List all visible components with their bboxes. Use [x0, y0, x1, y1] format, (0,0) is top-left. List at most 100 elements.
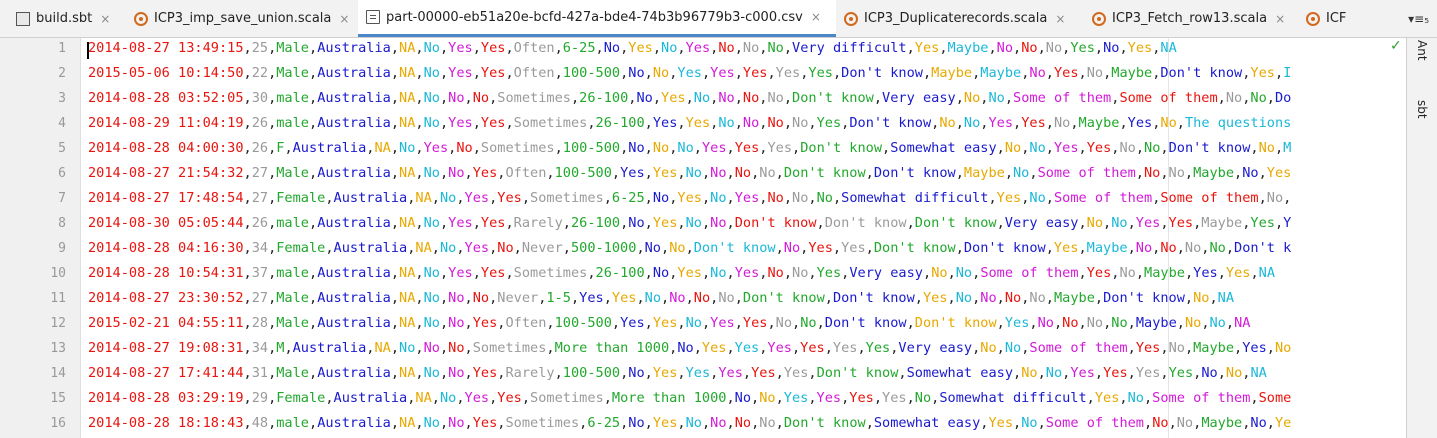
csv-cell: Don't know: [1160, 65, 1243, 81]
csv-cell: 31: [251, 365, 269, 381]
csv-cell: NA: [1258, 265, 1276, 281]
csv-cell: No: [1250, 90, 1267, 106]
csv-cell: No: [448, 365, 465, 381]
close-tab-icon[interactable]: ×: [1275, 12, 1285, 26]
csv-cell: NA: [1250, 365, 1267, 381]
csv-cell: Australia: [292, 140, 367, 156]
csv-cell: No: [1062, 315, 1079, 331]
tab-1[interactable]: ICP3_imp_save_union.scala ×: [126, 0, 358, 37]
csv-cell: Yes: [1086, 140, 1112, 156]
csv-cell: Some: [1258, 390, 1292, 406]
csv-cell: Yes: [1127, 115, 1153, 131]
csv-cell: 28: [251, 315, 269, 331]
csv-cell: No: [1168, 165, 1185, 181]
csv-cell: No: [399, 340, 416, 356]
csv-cell: Rarely: [505, 365, 555, 381]
csv-cell: 22: [251, 65, 269, 81]
csv-cell: No: [1209, 240, 1226, 256]
tab-2[interactable]: part-00000-eb51a20e-bcfd-427a-bde4-74b3b…: [358, 0, 836, 37]
tab-3[interactable]: ICP3_Duplicaterecords.scala ×: [836, 0, 1084, 37]
csv-cell: male: [276, 115, 309, 131]
csv-cell: No: [636, 90, 653, 106]
csv-cell: No: [423, 165, 440, 181]
csv-cell: Very easy: [882, 90, 956, 106]
csv-cell: Yes: [800, 340, 825, 356]
csv-cell: No: [710, 415, 727, 431]
csv-cell: No: [423, 315, 440, 331]
csv-cell: More than 1000: [554, 340, 670, 356]
csv-cell: Rarely: [513, 215, 563, 231]
ant-tool-button[interactable]: Ant: [1415, 40, 1429, 61]
csv-cell: 1-5: [546, 290, 571, 306]
csv-cell: No: [742, 115, 760, 131]
tab-0[interactable]: build.sbt ×: [8, 0, 126, 37]
csv-cell: Maybe: [1111, 65, 1153, 81]
csv-cell: No: [734, 415, 752, 431]
csv-cell: 26: [251, 140, 269, 156]
csv-cell: Don't know: [963, 240, 1046, 256]
csv-cell: 2014-08-28 03:52:05: [88, 90, 244, 106]
csv-cell: No: [448, 315, 465, 331]
csv-cell: Maybe: [1193, 165, 1235, 181]
csv-cell: Yes: [448, 65, 473, 81]
scala-file-icon: [1092, 11, 1106, 26]
tab-label: ICP3_Duplicaterecords.scala: [864, 11, 1048, 26]
csv-cell: No: [1184, 240, 1202, 256]
csv-cell: No: [742, 90, 760, 106]
csv-cell: Yes: [1250, 215, 1275, 231]
csv-line: 2014-08-27 21:54:32,27,Male,Australia,NA…: [88, 165, 1292, 181]
csv-cell: Don't know: [693, 240, 776, 256]
csv-cell: Yes: [1021, 115, 1046, 131]
close-tab-icon[interactable]: ×: [811, 10, 821, 24]
tab-4[interactable]: ICP3_Fetch_row13.scala ×: [1084, 0, 1298, 37]
tab-overflow-menu[interactable]: ▾≡₅: [1408, 0, 1429, 37]
csv-cell: Y: [1283, 215, 1292, 231]
csv-cell: More than 1000: [611, 390, 727, 406]
csv-cell: No: [710, 215, 727, 231]
csv-editor[interactable]: 2014-08-27 13:49:15,25,Male,Australia,NA…: [81, 38, 1406, 438]
csv-cell: No: [439, 190, 457, 206]
csv-cell: Yes: [849, 390, 874, 406]
csv-cell: No: [1004, 290, 1022, 306]
csv-cell: Sometimes: [480, 140, 555, 156]
csv-cell: M: [1283, 140, 1292, 156]
csv-cell: No: [1242, 165, 1259, 181]
csv-cell: Very easy: [849, 265, 923, 281]
csv-cell: No: [423, 265, 440, 281]
close-tab-icon[interactable]: ×: [100, 12, 110, 26]
csv-cell: No: [1004, 340, 1022, 356]
csv-cell: NA: [399, 40, 416, 56]
csv-cell: 2014-08-28 04:00:30: [88, 140, 244, 156]
close-tab-icon[interactable]: ×: [339, 12, 349, 26]
csv-cell: No: [423, 415, 440, 431]
csv-cell: No: [628, 140, 645, 156]
csv-cell: Never: [521, 240, 563, 256]
csv-cell: No: [734, 165, 752, 181]
csv-cell: Female: [276, 190, 326, 206]
csv-cell: Male: [276, 40, 309, 56]
csv-cell: No: [1103, 40, 1120, 56]
csv-cell: No: [718, 90, 735, 106]
csv-cell: No: [423, 90, 440, 106]
line-number: 16: [50, 416, 66, 431]
csv-cell: Male: [276, 315, 309, 331]
csv-cell: The questions: [1184, 115, 1292, 131]
csv-line: 2014-08-28 03:29:19,29,Female,Australia,…: [88, 390, 1292, 406]
tab-5[interactable]: ICF: [1298, 0, 1358, 37]
csv-cell: Yes: [480, 65, 506, 81]
csv-cell: NA: [1217, 290, 1235, 306]
csv-cell: No: [767, 40, 784, 56]
csv-cell: Very difficult: [792, 40, 907, 56]
csv-cell: Yes: [808, 65, 833, 81]
csv-cell: NA: [399, 165, 416, 181]
csv-cell: No: [767, 90, 784, 106]
csv-cell: 2014-08-30 05:05:44: [88, 215, 244, 231]
text-caret: [87, 42, 89, 59]
csv-cell: Yes: [742, 315, 768, 331]
close-tab-icon[interactable]: ×: [1055, 12, 1065, 26]
csv-cell: No: [767, 265, 784, 281]
csv-cell: Yes: [1135, 340, 1161, 356]
sbt-tool-button[interactable]: sbt: [1415, 100, 1429, 119]
csv-cell: NA: [1234, 315, 1251, 331]
csv-cell: Yes: [1250, 65, 1275, 81]
